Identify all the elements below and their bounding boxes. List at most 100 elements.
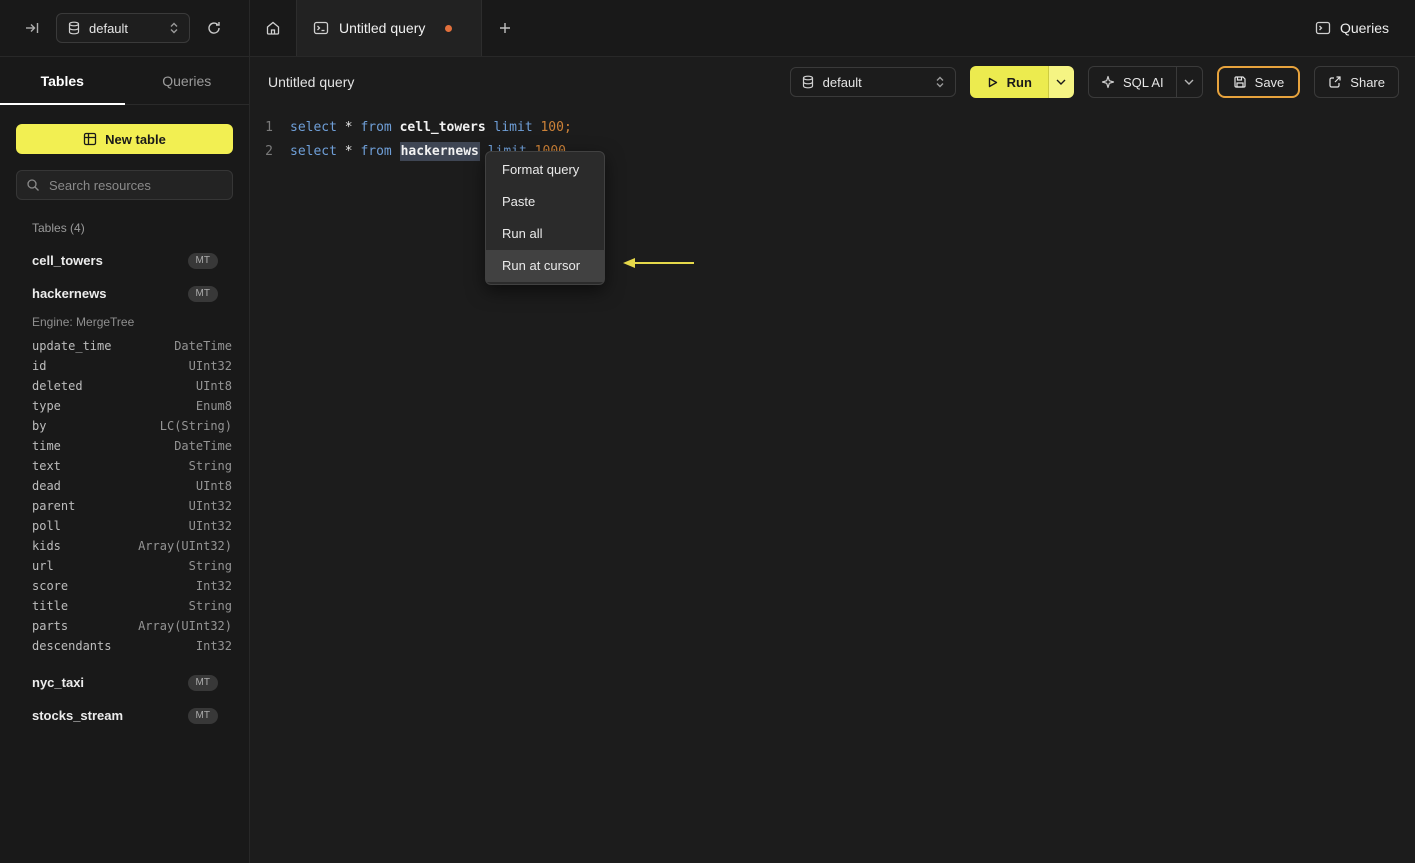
- column-row: update_time DateTime: [0, 336, 249, 356]
- column-type: DateTime: [174, 439, 232, 453]
- column-row: kids Array(UInt32): [0, 536, 249, 556]
- collapse-sidebar-icon: [26, 23, 39, 33]
- code-token: cell_towers: [399, 120, 486, 135]
- sidebar-tab-queries[interactable]: Queries: [125, 57, 250, 104]
- column-list: update_time DateTime id UInt32 deleted UInt8 t…: [0, 334, 249, 666]
- sql-ai-label: SQL AI: [1122, 74, 1164, 90]
- sidebar-tab-tables[interactable]: Tables: [0, 57, 125, 105]
- context-menu-item[interactable]: Paste: [486, 186, 604, 218]
- code-token: from: [360, 120, 392, 135]
- code-token: *: [336, 120, 361, 135]
- column-name: url: [32, 559, 54, 573]
- chevron-down-icon: [1184, 79, 1194, 85]
- column-name: parts: [32, 619, 69, 633]
- engine-badge: MT: [187, 674, 218, 691]
- query-tab-icon: [313, 21, 329, 35]
- column-row: type Enum8: [0, 396, 249, 416]
- column-row: poll UInt32: [0, 516, 249, 536]
- column-name: by: [32, 419, 47, 433]
- engine-badge: MT: [187, 285, 218, 302]
- sidebar: Tables Queries New table Tables (4) cell…: [0, 57, 250, 863]
- home-icon: [266, 21, 280, 35]
- column-type: DateTime: [174, 339, 232, 353]
- column-type: String: [188, 599, 232, 613]
- tables-list: cell_towers MT hackernews MT Engine: MergeTr…: [0, 244, 249, 732]
- queries-icon: [1315, 21, 1331, 35]
- header-actions: default Run SQL AI Save Share: [789, 66, 1399, 98]
- column-name: title: [32, 599, 69, 613]
- sql-editor[interactable]: 1 select * from cell_towers limit 100; 2 se…: [250, 107, 1415, 164]
- column-name: text: [32, 459, 61, 473]
- sql-ai-icon: [1101, 75, 1115, 89]
- query-title: Untitled query: [268, 74, 355, 90]
- column-name: deleted: [32, 379, 83, 393]
- run-button[interactable]: Run: [969, 66, 1048, 98]
- context-menu-item[interactable]: Run at cursor: [486, 250, 604, 282]
- table-grid-icon: [84, 132, 97, 146]
- search-icon: [27, 179, 39, 191]
- code-token: select: [290, 120, 337, 135]
- search-input[interactable]: [16, 170, 233, 200]
- column-row: parent UInt32: [0, 496, 249, 516]
- queries-button[interactable]: Queries: [1315, 20, 1389, 36]
- code-token: select: [290, 144, 337, 159]
- database-selector-value: default: [822, 74, 862, 90]
- column-name: score: [32, 579, 69, 593]
- table-name: hackernews: [32, 286, 107, 301]
- column-row: descendants Int32: [0, 636, 249, 656]
- sql-ai-button-group: SQL AI: [1087, 66, 1203, 98]
- new-tab-button[interactable]: [482, 0, 528, 56]
- column-row: text String: [0, 456, 249, 476]
- share-button[interactable]: Share: [1314, 66, 1399, 98]
- top-bar: default Untitled query Queries: [0, 0, 1415, 57]
- column-type: LC(String): [159, 419, 232, 433]
- top-bar-right: Queries: [1315, 0, 1415, 56]
- table-row[interactable]: hackernews MT: [0, 277, 249, 310]
- run-options-button[interactable]: [1047, 66, 1074, 98]
- column-type: Array(UInt32): [138, 539, 232, 553]
- line-number: 2: [265, 144, 273, 159]
- new-table-button[interactable]: New table: [16, 124, 233, 154]
- sql-ai-button[interactable]: SQL AI: [1089, 67, 1176, 97]
- table-row[interactable]: cell_towers MT: [0, 244, 249, 277]
- column-type: UInt32: [188, 519, 232, 533]
- column-type: Array(UInt32): [138, 619, 232, 633]
- chevron-up-down-icon: [170, 22, 178, 34]
- column-name: kids: [32, 539, 61, 553]
- table-row[interactable]: stocks_stream MT: [0, 699, 249, 732]
- column-type: Int32: [195, 579, 232, 593]
- database-selector-main[interactable]: default: [789, 67, 956, 97]
- column-name: descendants: [32, 639, 112, 653]
- column-type: UInt32: [188, 499, 232, 513]
- queries-button-label: Queries: [1339, 20, 1389, 36]
- main-header: Untitled query default Run SQL AI Save S…: [250, 57, 1415, 107]
- home-button[interactable]: [250, 0, 296, 56]
- context-menu-item[interactable]: Format query: [486, 154, 604, 186]
- table-engine-label: Engine: MergeTree: [32, 315, 135, 329]
- tab-untitled-query[interactable]: Untitled query: [296, 0, 482, 56]
- column-type: String: [188, 559, 232, 573]
- column-row: url String: [0, 556, 249, 576]
- share-button-label: Share: [1350, 74, 1385, 90]
- column-row: parts Array(UInt32): [0, 616, 249, 636]
- save-button[interactable]: Save: [1216, 66, 1301, 98]
- refresh-button[interactable]: [202, 16, 226, 40]
- context-menu: Format query Paste Run all Run at cursor: [485, 151, 605, 285]
- code-text: select * from cell_towers limit 100;: [273, 116, 572, 140]
- column-name: update_time: [32, 339, 112, 353]
- column-row: deleted UInt8: [0, 376, 249, 396]
- context-menu-item[interactable]: Run all: [486, 218, 604, 250]
- table-row[interactable]: nyc_taxi MT: [0, 666, 249, 699]
- column-type: UInt8: [195, 379, 232, 393]
- column-row: score Int32: [0, 576, 249, 596]
- database-selector-topbar[interactable]: default: [56, 13, 190, 43]
- save-icon: [1234, 76, 1246, 88]
- code-token: hackernews: [399, 142, 480, 161]
- code-token: from: [360, 144, 392, 159]
- play-icon: [988, 77, 997, 87]
- collapse-sidebar-button[interactable]: [20, 16, 44, 40]
- sql-ai-options-button[interactable]: [1175, 67, 1202, 97]
- main-panel: Untitled query default Run SQL AI Save S…: [250, 57, 1415, 863]
- table-name: nyc_taxi: [32, 675, 85, 690]
